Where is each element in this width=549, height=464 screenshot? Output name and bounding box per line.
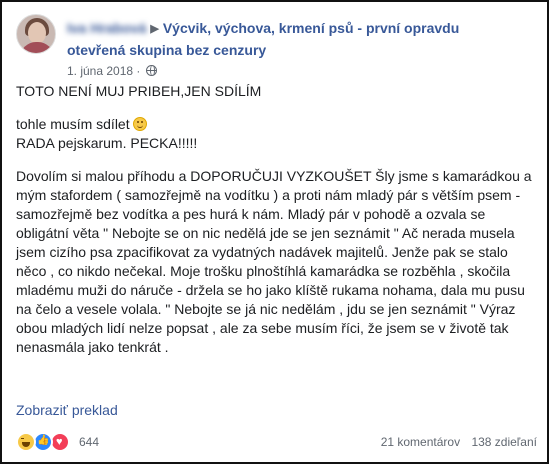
group-name-link-continued[interactable]: otevřená skupina bez cenzury — [67, 40, 266, 60]
meta-separator: · — [136, 64, 141, 78]
reaction-count[interactable]: 644 — [79, 434, 99, 450]
haha-icon — [16, 432, 36, 452]
post-meta: 1. júna 2018 · — [67, 63, 157, 79]
like-icon — [33, 432, 53, 452]
shares-count[interactable]: 138 zdieľaní — [471, 435, 537, 449]
post-footer: 644 21 komentárov 138 zdieľaní — [16, 431, 537, 455]
author-avatar[interactable] — [16, 14, 56, 54]
post-title-line: Iva Hrabová ▶ Výcvik, výchova, krmení psů … — [67, 18, 542, 39]
translate-link[interactable]: Zobraziť preklad — [16, 401, 118, 420]
slightly-smiling-face-icon — [132, 117, 147, 131]
post-date[interactable]: 1. júna 2018 — [67, 64, 133, 78]
group-name-link[interactable]: Výcvik, výchova, krmení psů - první opra… — [163, 20, 459, 36]
love-icon — [50, 432, 70, 452]
post-content: TOTO NENÍ MUJ PRIBEH,JEN SDÍLÍM tohle mu… — [16, 82, 536, 371]
author-name[interactable]: Iva Hrabová — [67, 18, 146, 38]
post-line-2b: RADA pejskarum. PECKA!!!!! — [16, 135, 198, 151]
globe-icon[interactable] — [145, 65, 157, 76]
post-header: Iva Hrabová ▶ Výcvik, výchova, krmení psů … — [16, 12, 541, 82]
post-paragraph-3: Dovolím si malou příhodu a DOPORUČUJI VY… — [16, 168, 532, 355]
post-paragraph-1: TOTO NENÍ MUJ PRIBEH,JEN SDÍLÍM — [16, 83, 262, 99]
share-arrow-icon: ▶ — [150, 23, 159, 35]
post-line-2a: tohle musím sdílet — [16, 116, 130, 132]
engagement-counts: 21 komentárov 138 zdieľaní — [381, 434, 537, 450]
comments-count[interactable]: 21 komentárov — [381, 435, 460, 449]
post-paragraph-2: tohle musím sdílet RADA pejskarum. PECKA… — [16, 115, 536, 153]
post-frame: Iva Hrabová ▶ Výcvik, výchova, krmení psů … — [0, 0, 549, 464]
